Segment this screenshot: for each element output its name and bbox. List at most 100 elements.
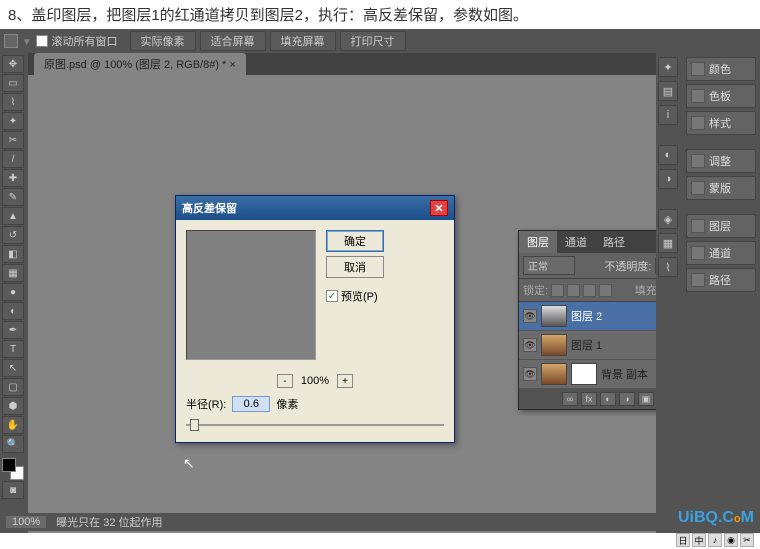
radius-slider[interactable]	[186, 418, 444, 432]
workspace: ✥ ▭ ⌇ ✦ ✂ / ✚ ✎ ▲ ↺ ◧ ▦ ● ◐ ✒ T ↖ ▢ ⬢ ✋ …	[0, 53, 760, 533]
hand-tool[interactable]: ✋	[2, 416, 24, 434]
tab-channels[interactable]: 通道	[557, 231, 595, 253]
document-area: 原图.psd @ 100% (图层 2, RGB/8#) * × 高反差保留 ✕…	[28, 53, 656, 533]
footer-icon: 日	[676, 533, 690, 547]
layer-mask-thumb[interactable]	[571, 363, 597, 385]
navigator-icon[interactable]: ✦	[658, 57, 678, 77]
fx-icon[interactable]: fx	[581, 392, 597, 406]
visibility-icon[interactable]: 👁	[523, 338, 537, 352]
swatches-panel-button[interactable]: 色板	[686, 84, 756, 108]
paths-panel-button[interactable]: 路径	[686, 268, 756, 292]
cancel-button[interactable]: 取消	[326, 256, 384, 278]
group-icon[interactable]: ▣	[638, 392, 654, 406]
color-swatch[interactable]	[2, 458, 24, 480]
scroll-all-checkbox[interactable]	[36, 35, 48, 47]
layers-panel-button[interactable]: 图层	[686, 214, 756, 238]
layer-name[interactable]: 背景 副本	[601, 366, 648, 382]
adjust-icon	[691, 154, 705, 168]
link-icon[interactable]: ∞	[562, 392, 578, 406]
separator: ▾	[24, 35, 30, 48]
actual-pixels-button[interactable]: 实际像素	[130, 31, 196, 51]
dodge-tool[interactable]: ◐	[2, 302, 24, 320]
paths-icon	[691, 273, 705, 287]
layer-name[interactable]: 图层 1	[571, 337, 602, 353]
fill-screen-button[interactable]: 填充屏幕	[270, 31, 336, 51]
layer-name[interactable]: 图层 2	[571, 308, 602, 324]
layers-icon[interactable]: ◈	[658, 209, 678, 229]
eraser-tool[interactable]: ◧	[2, 245, 24, 263]
type-tool[interactable]: T	[2, 340, 24, 358]
status-zoom[interactable]: 100%	[6, 516, 46, 528]
tab-paths[interactable]: 路径	[595, 231, 633, 253]
adjust-panel-button[interactable]: 调整	[686, 149, 756, 173]
visibility-icon[interactable]: 👁	[523, 309, 537, 323]
radius-input[interactable]	[232, 396, 270, 412]
blur-tool[interactable]: ●	[2, 283, 24, 301]
dialog-close-button[interactable]: ✕	[430, 200, 448, 216]
lock-transparent-icon[interactable]	[551, 284, 564, 297]
footer-icons: 日 中 ♪ ◉ ✂	[676, 533, 754, 547]
dialog-title: 高反差保留	[182, 200, 237, 216]
layer-row[interactable]: 👁 背景 副本	[519, 360, 656, 389]
document-tab[interactable]: 原图.psd @ 100% (图层 2, RGB/8#) * ×	[34, 53, 246, 75]
zoom-in-button[interactable]: +	[337, 374, 353, 388]
histogram-icon[interactable]: ▤	[658, 81, 678, 101]
document-tab-bar: 原图.psd @ 100% (图层 2, RGB/8#) * ×	[28, 53, 656, 75]
paths-icon[interactable]: ⌇	[658, 257, 678, 277]
zoom-tool[interactable]: 🔍	[2, 435, 24, 453]
layer-thumb[interactable]	[541, 305, 567, 327]
high-pass-dialog: 高反差保留 ✕ 确定 取消 ✓ 预览(P) -	[175, 195, 455, 443]
visibility-icon[interactable]: 👁	[523, 367, 537, 381]
print-size-button[interactable]: 打印尺寸	[340, 31, 406, 51]
heal-tool[interactable]: ✚	[2, 169, 24, 187]
zoom-out-button[interactable]: -	[277, 374, 293, 388]
stamp-tool[interactable]: ▲	[2, 207, 24, 225]
mask-icon[interactable]: ◐	[600, 392, 616, 406]
lock-pixels-icon[interactable]	[567, 284, 580, 297]
pen-tool[interactable]: ✒	[2, 321, 24, 339]
hand-tool-icon[interactable]	[4, 34, 18, 48]
lock-label: 锁定:	[523, 282, 548, 298]
styles-panel-button[interactable]: 样式	[686, 111, 756, 135]
tab-layers[interactable]: 图层	[519, 231, 557, 253]
wand-tool[interactable]: ✦	[2, 112, 24, 130]
lasso-tool[interactable]: ⌇	[2, 93, 24, 111]
quickmask-tool[interactable]: ◙	[2, 481, 24, 499]
blend-mode-select[interactable]: 正常	[523, 256, 575, 275]
opacity-value[interactable]: 100%	[655, 258, 656, 273]
dialog-titlebar[interactable]: 高反差保留 ✕	[176, 196, 454, 220]
crop-tool[interactable]: ✂	[2, 131, 24, 149]
layer-row[interactable]: 👁 图层 2	[519, 302, 656, 331]
layer-thumb[interactable]	[541, 363, 567, 385]
path-tool[interactable]: ↖	[2, 359, 24, 377]
fit-screen-button[interactable]: 适合屏幕	[200, 31, 266, 51]
mask-icon[interactable]: ◑	[658, 169, 678, 189]
preview-checkbox[interactable]: ✓	[326, 290, 338, 302]
ok-button[interactable]: 确定	[326, 230, 384, 252]
eyedropper-tool[interactable]: /	[2, 150, 24, 168]
lock-all-icon[interactable]	[599, 284, 612, 297]
adjust-icon[interactable]: ◑	[619, 392, 635, 406]
3d-tool[interactable]: ⬢	[2, 397, 24, 415]
layer-row[interactable]: 👁 图层 1	[519, 331, 656, 360]
radius-unit: 像素	[276, 396, 298, 412]
radius-label: 半径(R):	[186, 396, 226, 412]
dialog-preview[interactable]	[186, 230, 316, 360]
channels-panel-button[interactable]: 通道	[686, 241, 756, 265]
watermark: UiBQ.CoM	[678, 509, 754, 527]
channels-icon[interactable]: ▦	[658, 233, 678, 253]
lock-position-icon[interactable]	[583, 284, 596, 297]
gradient-tool[interactable]: ▦	[2, 264, 24, 282]
layer-list: 👁 图层 2 👁 图层 1 👁 背景 副本	[519, 302, 656, 389]
brush-tool[interactable]: ✎	[2, 188, 24, 206]
mask-panel-button[interactable]: 蒙版	[686, 176, 756, 200]
adjust-icon[interactable]: ◐	[658, 145, 678, 165]
layer-thumb[interactable]	[541, 334, 567, 356]
shape-tool[interactable]: ▢	[2, 378, 24, 396]
canvas[interactable]: 高反差保留 ✕ 确定 取消 ✓ 预览(P) -	[28, 75, 656, 533]
move-tool[interactable]: ✥	[2, 55, 24, 73]
info-icon[interactable]: i	[658, 105, 678, 125]
marquee-tool[interactable]: ▭	[2, 74, 24, 92]
color-panel-button[interactable]: 颜色	[686, 57, 756, 81]
history-brush-tool[interactable]: ↺	[2, 226, 24, 244]
